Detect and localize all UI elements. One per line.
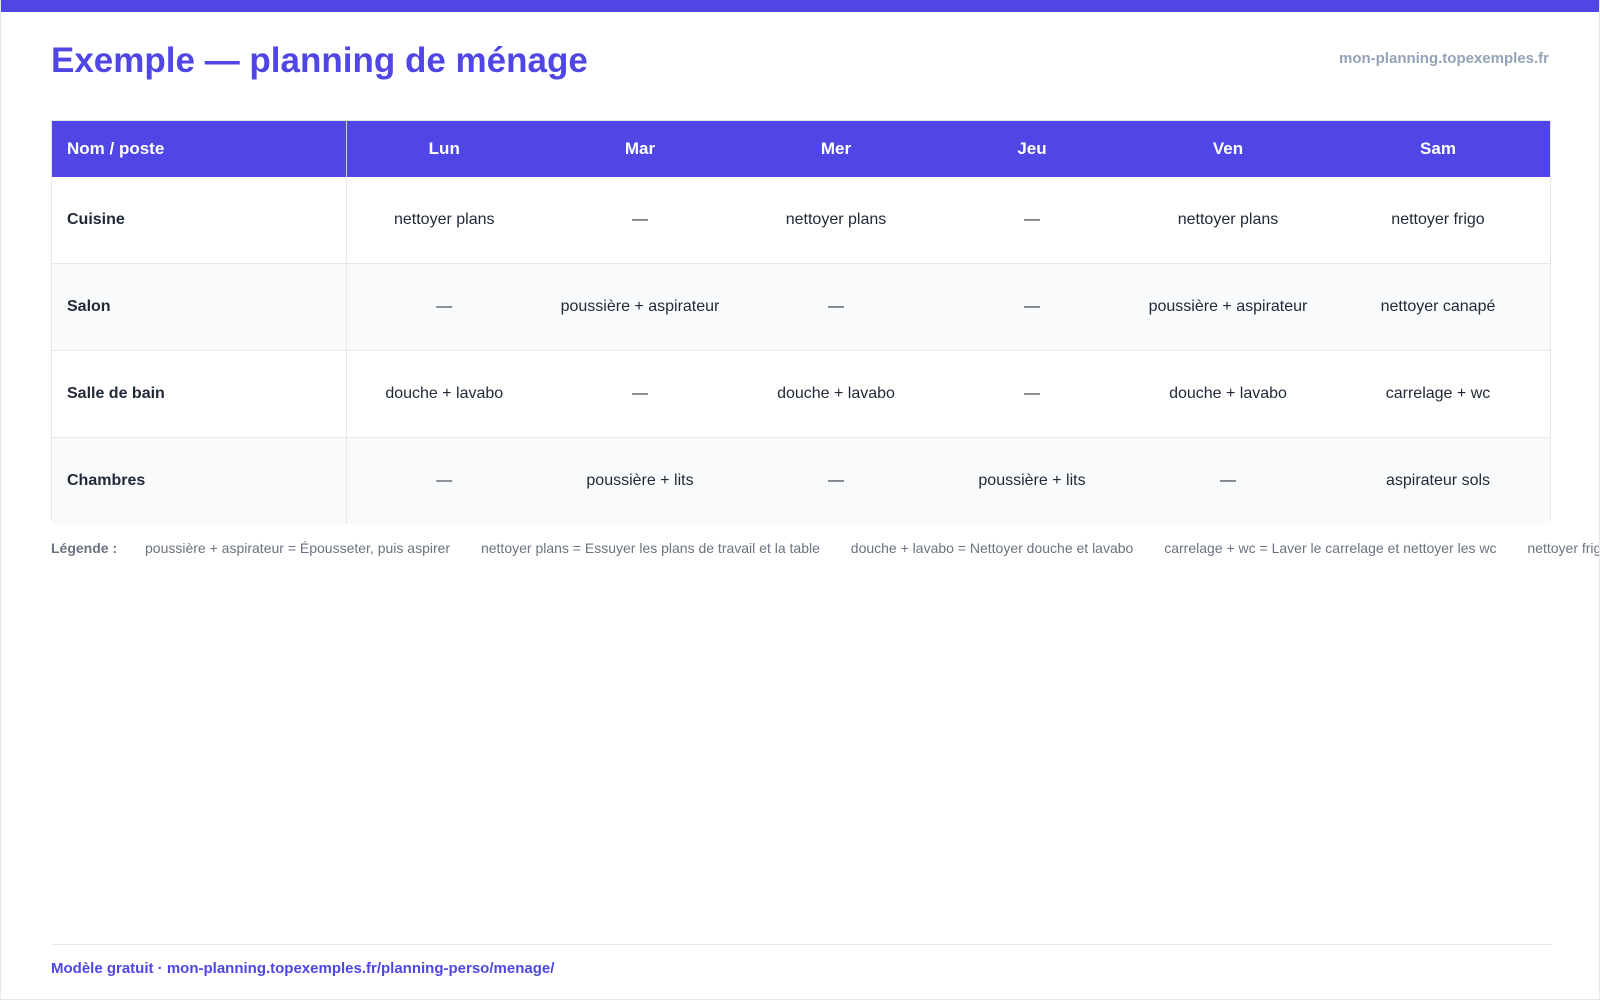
legend-title: Légende :: [51, 540, 118, 556]
table-cell: aspirateur sols: [1326, 437, 1550, 524]
row-label: Chambres: [52, 437, 347, 524]
footer-link[interactable]: Modèle gratuit · mon-planning.topexemple…: [51, 960, 554, 977]
column-header-mar: Mar: [542, 121, 738, 177]
column-header-mer: Mer: [738, 121, 934, 177]
planning-table: Nom / poste Lun Mar Mer Jeu Ven Sam Cuis…: [52, 121, 1550, 524]
table-cell: —: [738, 263, 934, 351]
planning-page: Exemple — planning de ménage mon-plannin…: [0, 0, 1600, 1000]
table-cell: carrelage + wc: [1326, 350, 1550, 438]
table-cell: douche + lavabo: [346, 350, 542, 438]
legend-item: carrelage + wc = Laver le carrelage et n…: [1164, 540, 1497, 556]
column-header-lun: Lun: [346, 121, 542, 177]
table-cell: —: [738, 437, 934, 524]
table-cell: nettoyer plans: [738, 177, 934, 264]
footer-divider: [51, 944, 1551, 945]
column-header-name: Nom / poste: [52, 121, 347, 177]
table-cell: —: [542, 177, 738, 264]
table-cell: poussière + lits: [934, 437, 1130, 524]
table-cell: —: [346, 437, 542, 524]
planning-table-container: Nom / poste Lun Mar Mer Jeu Ven Sam Cuis…: [51, 120, 1551, 524]
site-name: mon-planning.topexemples.fr: [1338, 50, 1549, 67]
table-cell: nettoyer canapé: [1326, 263, 1550, 351]
row-label: Cuisine: [52, 177, 347, 264]
table-cell: —: [346, 263, 542, 351]
table-row: Salon — poussière + aspirateur — — pouss…: [52, 263, 1550, 351]
table-cell: nettoyer plans: [346, 177, 542, 264]
page-title: Exemple — planning de ménage: [51, 41, 588, 80]
table-cell: —: [934, 350, 1130, 438]
column-header-sam: Sam: [1326, 121, 1550, 177]
table-cell: poussière + aspirateur: [1130, 263, 1326, 351]
table-header: Nom / poste Lun Mar Mer Jeu Ven Sam: [52, 121, 1550, 177]
table-cell: —: [934, 177, 1130, 264]
table-cell: douche + lavabo: [738, 350, 934, 438]
header-row: Nom / poste Lun Mar Mer Jeu Ven Sam: [52, 121, 1550, 177]
table-cell: nettoyer frigo: [1326, 177, 1550, 264]
table-cell: poussière + lits: [542, 437, 738, 524]
table-cell: nettoyer plans: [1130, 177, 1326, 264]
column-header-jeu: Jeu: [934, 121, 1130, 177]
column-header-ven: Ven: [1130, 121, 1326, 177]
table-cell: —: [542, 350, 738, 438]
table-cell: —: [1130, 437, 1326, 524]
legend-item: douche + lavabo = Nettoyer douche et lav…: [850, 540, 1134, 556]
top-accent-bar: [1, 0, 1599, 12]
legend-item: nettoyer plans = Essuyer les plans de tr…: [480, 540, 820, 556]
table-row: Salle de bain douche + lavabo — douche +…: [52, 350, 1550, 438]
table-row: Cuisine nettoyer plans — nettoyer plans …: [52, 177, 1550, 264]
row-label: Salon: [52, 263, 347, 351]
table-cell: —: [934, 263, 1130, 351]
legend-item: nettoyer frig: [1527, 540, 1600, 556]
table-row: Chambres — poussière + lits — poussière …: [52, 437, 1550, 524]
legend: Légende : poussière + aspirateur = Épous…: [51, 540, 1600, 556]
legend-item: poussière + aspirateur = Épousseter, pui…: [145, 540, 451, 556]
row-label: Salle de bain: [52, 350, 347, 438]
table-body: Cuisine nettoyer plans — nettoyer plans …: [52, 177, 1550, 524]
table-cell: douche + lavabo: [1130, 350, 1326, 438]
table-cell: poussière + aspirateur: [542, 263, 738, 351]
